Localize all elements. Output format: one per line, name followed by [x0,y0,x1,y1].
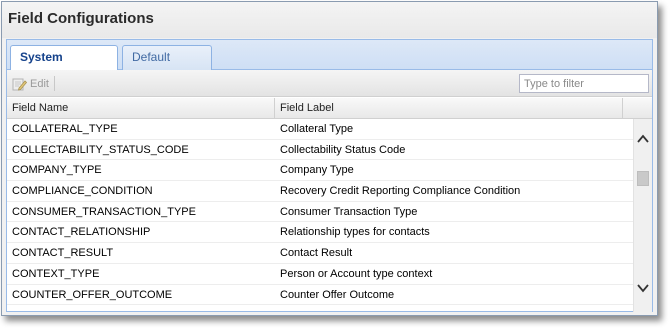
toolbar-separator [54,76,55,91]
table-row[interactable]: CONTEXT_TYPE Person or Account type cont… [7,264,633,285]
title-bar: Field Configurations [2,2,657,38]
field-name-cell: CONTACT_RELATIONSHIP [12,226,151,239]
edit-button-label: Edit [30,78,49,90]
field-name-cell: COMPANY_TYPE [12,164,102,177]
field-label-cell: Counter Offer Outcome [280,288,395,301]
scrollbar-thumb[interactable] [637,171,649,186]
field-label-cell: Contact Result [280,247,353,260]
field-label-cell: Person or Account type context [280,267,433,280]
field-label-cell: Collectability Status Code [280,143,406,156]
field-configurations-window: Field Configurations System Lookups Defa… [1,1,658,316]
page-title: Field Configurations [8,10,154,27]
tab-default-values[interactable]: Default Values [122,45,212,87]
tab-panel: System Lookups Default Values Edit [6,39,653,312]
field-name-cell: CONSUMER_TRANSACTION_TYPE [12,205,196,218]
column-header-spacer [623,98,652,118]
table-row[interactable]: COMPANY_TYPE Company Type [7,160,633,182]
column-header-field-label[interactable]: Field Label [275,98,623,118]
field-label-cell: Company Type [280,164,354,177]
field-label-cell: Recovery Credit Reporting Compliance Con… [280,185,521,198]
field-name-cell: CONTACT_RESULT [12,247,114,260]
table-row[interactable]: COUNTER_OFFER_OUTCOME Counter Offer Outc… [7,285,633,306]
field-name-cell: COUNTER_OFFER_OUTCOME [12,288,173,301]
field-label-cell: Collateral Type [280,123,354,135]
table-row[interactable]: COLLATERAL_TYPE Collateral Type [7,119,633,140]
table-row[interactable]: CONTACT_RESULT Contact Result [7,243,633,264]
table-row[interactable]: COMPLIANCE_CONDITION Recovery Credit Rep… [7,181,633,202]
grid-body: COLLATERAL_TYPE Collateral Type COLLECTA… [7,119,633,311]
field-label-cell: Relationship types for contacts [280,226,430,239]
toolbar: Edit [7,70,652,97]
edit-button[interactable]: Edit [11,75,49,93]
vertical-scrollbar[interactable] [633,119,652,312]
column-header-field-name[interactable]: Field Name [7,98,275,118]
chevron-up-icon[interactable] [635,131,651,147]
field-name-cell: CONTEXT_TYPE [12,267,100,280]
chevron-down-icon[interactable] [635,280,651,296]
filter-input[interactable] [519,74,649,93]
table-row[interactable]: CONTACT_RELATIONSHIP Relationship types … [7,222,633,244]
field-name-cell: COMPLIANCE_CONDITION [12,185,153,198]
table-row[interactable]: CONSUMER_TRANSACTION_TYPE Consumer Trans… [7,202,633,223]
field-name-cell: COLLECTABILITY_STATUS_CODE [12,143,189,156]
edit-pencil-icon [11,76,28,92]
grid-header: Field Name Field Label [7,98,652,119]
field-name-cell: COLLATERAL_TYPE [12,123,118,135]
table-row[interactable]: COLLECTABILITY_STATUS_CODE Collectabilit… [7,140,633,161]
tab-strip: System Lookups Default Values [7,40,652,87]
field-label-cell: Consumer Transaction Type [280,205,418,218]
tab-system-lookups[interactable]: System Lookups [10,45,118,87]
